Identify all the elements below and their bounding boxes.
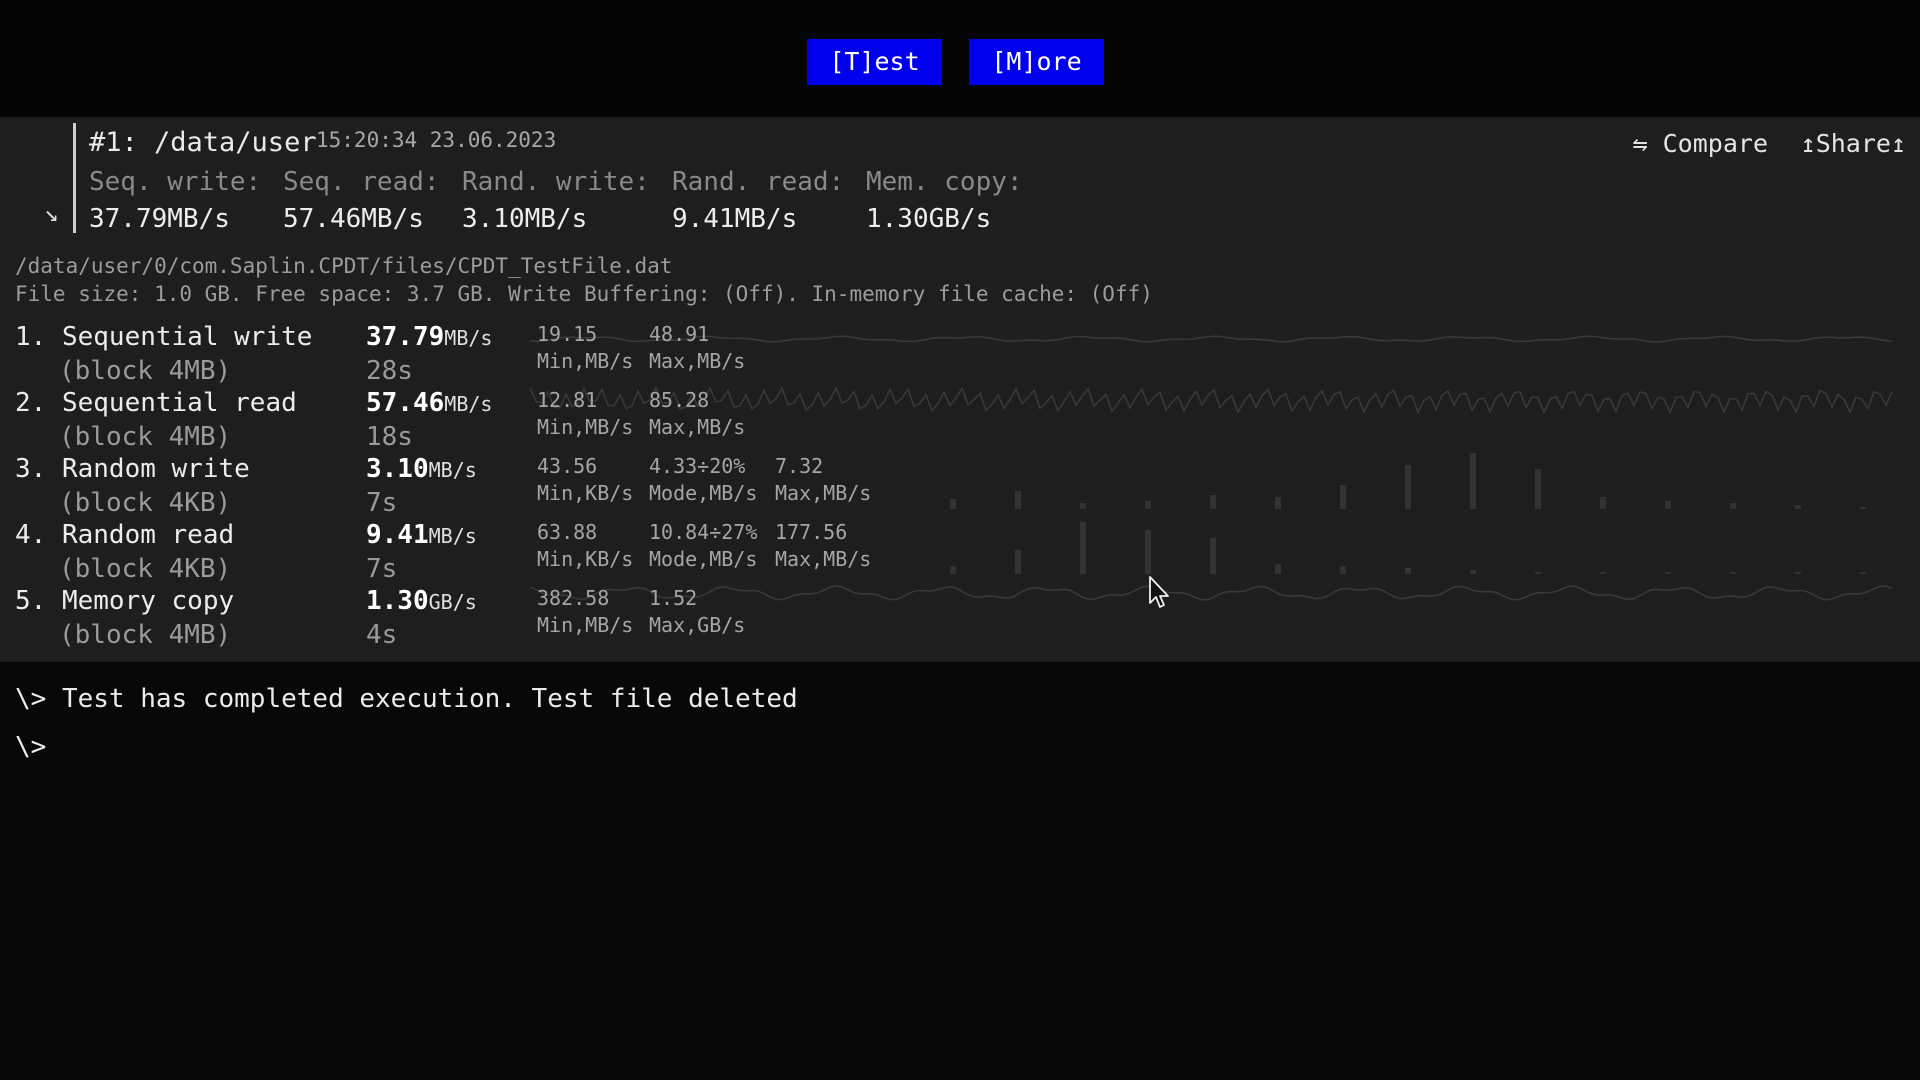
stat-value: 7.32 <box>775 454 824 478</box>
stat-value: 48.91 <box>649 322 710 346</box>
test-speed: 57.46MB/s <box>366 388 493 418</box>
share-button[interactable]: ↥Share↥ <box>1801 129 1906 158</box>
stat-label: Min,MB/s <box>537 415 634 439</box>
stat-value: 85.28 <box>649 388 710 412</box>
test-speed: 1.30GB/s <box>366 586 477 616</box>
stat-label: Mode,MB/s <box>649 481 758 505</box>
stat-value: 177.56 <box>775 520 848 544</box>
test-duration: 7s <box>366 488 398 518</box>
stat-label: Max,GB/s <box>649 613 746 637</box>
test-speed: 3.10MB/s <box>366 454 477 484</box>
summary-label: Rand. write: <box>462 167 650 197</box>
stat-value: 382.58 <box>537 586 610 610</box>
summary-seq-write: Seq. write: 37.79MB/s <box>89 167 261 234</box>
file-info: File size: 1.0 GB. Free space: 3.7 GB. W… <box>15 282 1153 306</box>
stat-label: Max,MB/s <box>775 547 872 571</box>
summary-rand-read: Rand. read: 9.41MB/s <box>672 167 844 234</box>
stat-label: Max,MB/s <box>649 349 746 373</box>
test-name: 2. Sequential read <box>15 388 297 418</box>
stat-value: 19.15 <box>537 322 598 346</box>
test-block: (block 4MB) <box>59 422 232 452</box>
summary-value: 57.46MB/s <box>283 204 424 234</box>
test-row-seq-write: 1. Sequential write (block 4MB) 37.79MB/… <box>15 322 1905 386</box>
test-name: 3. Random write <box>15 454 250 484</box>
summary-label: Rand. read: <box>672 167 845 197</box>
run-timestamp: 15:20:34 23.06.2023 <box>316 128 557 152</box>
mouse-cursor-icon <box>1149 576 1169 608</box>
stat-value: 1.52 <box>649 586 698 610</box>
summary-mem-copy: Mem. copy: 1.30GB/s <box>866 167 1023 234</box>
test-speed: 9.41MB/s <box>366 520 477 550</box>
results-panel: ↘ #1: /data/user 15:20:34 23.06.2023 Seq… <box>0 117 1920 662</box>
stat-value: 12.81 <box>537 388 598 412</box>
stat-label: Min,MB/s <box>537 613 634 637</box>
summary-divider <box>73 123 76 233</box>
test-speed: 37.79MB/s <box>366 322 493 352</box>
top-toolbar: [T]est [M]ore <box>0 0 1920 117</box>
stat-label: Min,KB/s <box>537 481 634 505</box>
test-file-path: /data/user/0/com.Saplin.CPDT/files/CPDT_… <box>15 254 673 278</box>
test-button[interactable]: [T]est <box>807 39 942 85</box>
run-title: #1: /data/user <box>89 127 317 158</box>
arrow-down-right-icon[interactable]: ↘ <box>44 199 58 227</box>
test-duration: 7s <box>366 554 398 584</box>
test-duration: 28s <box>366 356 413 386</box>
console-output: \> Test has completed execution. Test fi… <box>15 684 798 714</box>
stat-value: 10.84÷27% <box>649 520 758 544</box>
test-block: (block 4KB) <box>59 488 232 518</box>
stat-label: Max,MB/s <box>649 415 746 439</box>
test-block: (block 4KB) <box>59 554 232 584</box>
summary-rand-write: Rand. write: 3.10MB/s <box>462 167 650 234</box>
summary-value: 37.79MB/s <box>89 204 230 234</box>
stat-label: Min,MB/s <box>537 349 634 373</box>
summary-value: 3.10MB/s <box>462 204 588 234</box>
stat-label: Max,MB/s <box>775 481 872 505</box>
test-row-seq-read: 2. Sequential read (block 4MB) 57.46MB/s… <box>15 388 1905 452</box>
test-block: (block 4MB) <box>59 620 232 650</box>
summary-label: Mem. copy: <box>866 167 1023 197</box>
summary-value: 1.30GB/s <box>866 204 992 234</box>
compare-button[interactable]: ⇋ Compare <box>1633 129 1768 158</box>
test-duration: 18s <box>366 422 413 452</box>
test-name: 1. Sequential write <box>15 322 313 352</box>
more-button[interactable]: [M]ore <box>969 39 1104 85</box>
test-row-rand-write: 3. Random write (block 4KB) 3.10MB/s 7s … <box>15 454 1905 518</box>
stat-value: 63.88 <box>537 520 598 544</box>
test-duration: 4s <box>366 620 398 650</box>
test-block: (block 4MB) <box>59 356 232 386</box>
stat-label: Mode,MB/s <box>649 547 758 571</box>
stat-value: 4.33÷20% <box>649 454 746 478</box>
console-prompt[interactable]: \> <box>15 732 46 762</box>
stat-label: Min,KB/s <box>537 547 634 571</box>
test-row-rand-read: 4. Random read (block 4KB) 9.41MB/s 7s 6… <box>15 520 1905 584</box>
test-row-mem-copy: 5. Memory copy (block 4MB) 1.30GB/s 4s 3… <box>15 586 1905 650</box>
summary-label: Seq. write: <box>89 167 262 197</box>
summary-label: Seq. read: <box>283 167 440 197</box>
summary-seq-read: Seq. read: 57.46MB/s <box>283 167 440 234</box>
summary-value: 9.41MB/s <box>672 204 798 234</box>
test-name: 4. Random read <box>15 520 235 550</box>
test-name: 5. Memory copy <box>15 586 235 616</box>
stat-value: 43.56 <box>537 454 598 478</box>
